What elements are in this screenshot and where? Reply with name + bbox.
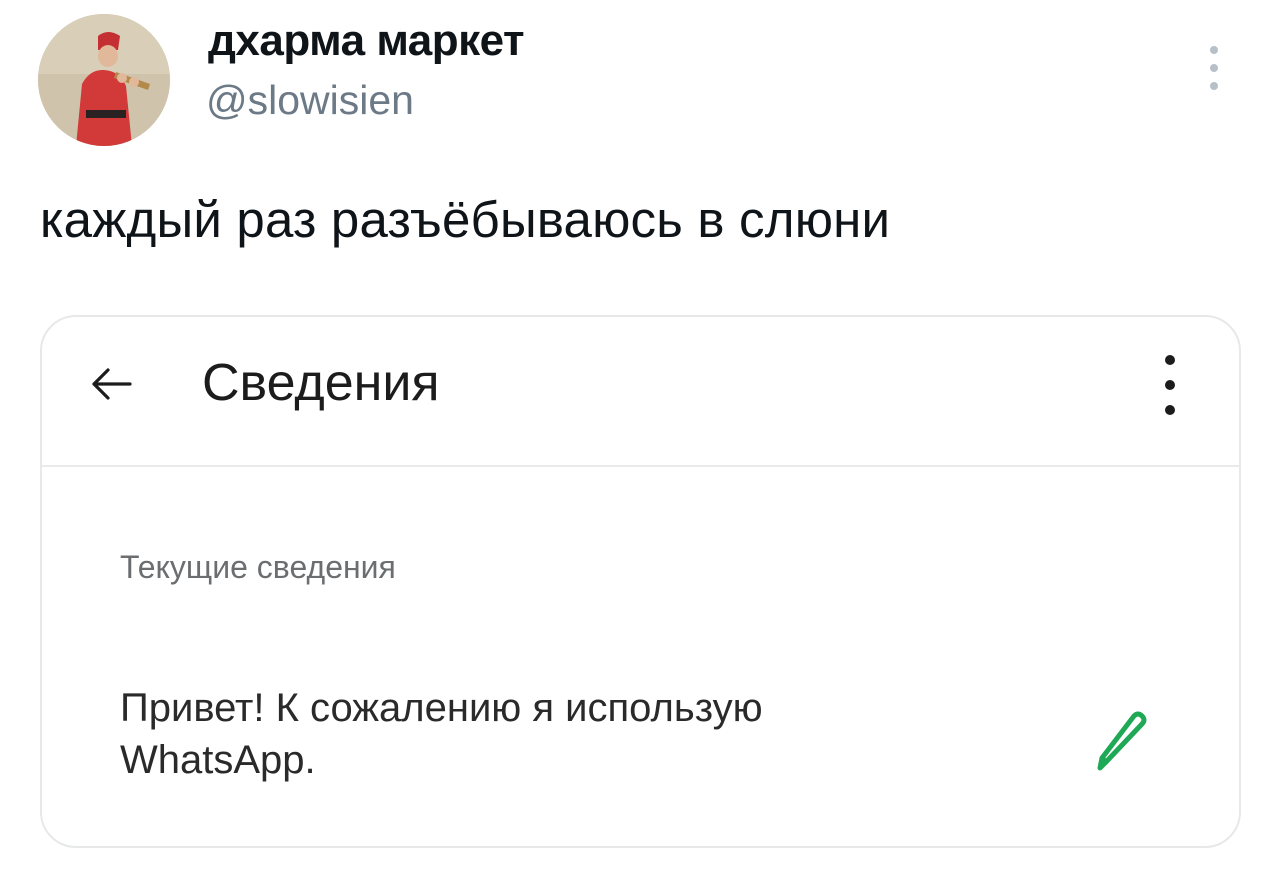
tweet: дхарма маркет @slowisien каждый раз разъ…: [0, 0, 1280, 871]
dot: [1165, 380, 1175, 390]
avatar[interactable]: [38, 14, 170, 146]
dot: [1210, 64, 1218, 72]
avatar-image: [38, 14, 170, 146]
dot: [1165, 355, 1175, 365]
about-line-1: Привет! К сожалению я использую: [120, 686, 763, 730]
dot: [1165, 405, 1175, 415]
dot: [1210, 46, 1218, 54]
pencil-icon[interactable]: [1090, 702, 1150, 772]
app-bar: Сведения: [42, 317, 1239, 467]
more-options-icon[interactable]: [1203, 46, 1225, 90]
more-vertical-icon[interactable]: [1160, 355, 1180, 415]
display-name[interactable]: дхарма маркет: [208, 16, 525, 66]
about-text: Привет! К сожалению я использую WhatsApp…: [120, 682, 1020, 786]
attached-screenshot[interactable]: Сведения Текущие сведения Привет! К сожа…: [40, 315, 1241, 848]
tweet-text: каждый раз разъёбываюсь в слюни: [40, 191, 891, 248]
back-arrow-icon[interactable]: [86, 359, 136, 409]
dot: [1210, 82, 1218, 90]
screen-title: Сведения: [202, 354, 440, 412]
about-line-2: WhatsApp.: [120, 738, 316, 782]
user-handle[interactable]: @slowisien: [206, 77, 414, 124]
section-label: Текущие сведения: [120, 549, 396, 585]
